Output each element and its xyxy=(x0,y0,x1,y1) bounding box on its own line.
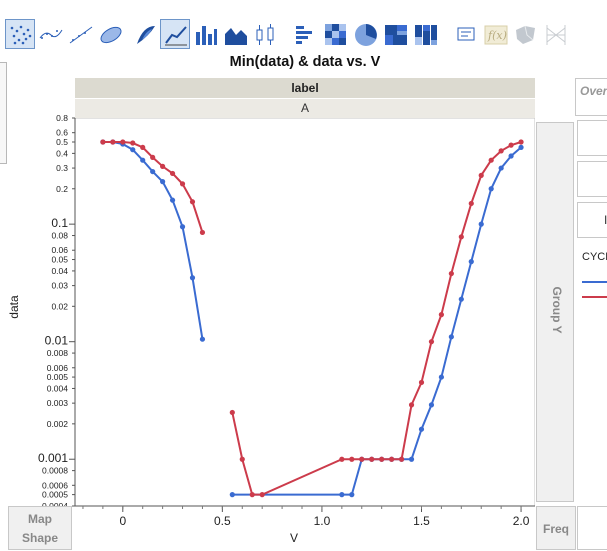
box-plot-graph-button[interactable] xyxy=(250,19,280,49)
caption-box-icon xyxy=(457,27,475,41)
line-of-fit-graph-button[interactable] xyxy=(65,19,95,49)
ellipse-icon xyxy=(100,26,122,44)
y-tick-label: 0.1 xyxy=(51,216,68,230)
heatmap-graph-button[interactable] xyxy=(320,19,350,49)
x-tick-label: 2.0 xyxy=(513,514,530,528)
bar-chart-icon xyxy=(196,26,217,45)
y-tick-label: 0.05 xyxy=(51,255,68,265)
line-graph-button[interactable] xyxy=(160,19,190,49)
map-shapes-icon xyxy=(516,25,535,44)
axes-layer: 0.00040.00050.00060.00080.0010.0020.0030… xyxy=(38,113,535,528)
y-tick-label: 0.005 xyxy=(47,372,69,382)
contour-graph-button[interactable] xyxy=(130,19,160,49)
contour-icon xyxy=(137,26,155,44)
group-y-drop-zone[interactable]: Group Y xyxy=(536,122,574,502)
smoother-graph-button[interactable] xyxy=(35,19,65,49)
y-tick-label: 0.8 xyxy=(56,113,68,123)
map-shape-drop-zone[interactable]: Map Shape xyxy=(8,506,72,550)
y-tick-label: 0.3 xyxy=(56,163,68,173)
y-tick-label: 0.01 xyxy=(45,334,69,348)
area-graph-button[interactable] xyxy=(220,19,250,49)
y-tick-label: 0.0008 xyxy=(42,466,68,476)
y-tick-label: 0.002 xyxy=(47,419,69,429)
y-axis-title[interactable]: data xyxy=(7,295,21,319)
y-tick-label: 0.08 xyxy=(51,231,68,241)
y-tick-label: 0.2 xyxy=(56,184,68,194)
map-shapes-button[interactable] xyxy=(510,19,540,49)
x-tick-label: 1.0 xyxy=(314,514,331,528)
graph-title: Min(data) & data vs. V xyxy=(229,54,381,70)
wrap-header[interactable]: label xyxy=(75,78,535,98)
pie-chart-icon xyxy=(355,24,377,46)
y-tick-label: 0.001 xyxy=(38,451,68,465)
formula-icon: f(x) xyxy=(484,25,508,45)
histogram-icon xyxy=(296,26,312,44)
caption-box-button[interactable] xyxy=(450,19,480,49)
y-tick-label: 0.4 xyxy=(56,148,68,158)
x-axis-title[interactable]: V xyxy=(290,531,298,545)
histogram-graph-button[interactable] xyxy=(290,19,320,49)
points-icon xyxy=(10,25,32,45)
y-tick-label: 0.06 xyxy=(51,245,68,255)
points-graph-button[interactable] xyxy=(5,19,35,49)
treemap-graph-button[interactable] xyxy=(380,19,410,49)
smoother-icon xyxy=(39,29,63,39)
freq-drop-zone[interactable]: Freq xyxy=(536,506,576,550)
area-chart-icon xyxy=(225,28,247,45)
ellipse-graph-button[interactable] xyxy=(95,19,125,49)
overlay-drop-zone[interactable]: Over xyxy=(575,78,607,116)
graph-toolbar: f(x) xyxy=(0,0,607,52)
y-tick-label: 0.004 xyxy=(47,383,69,393)
box-plot-icon xyxy=(256,24,274,45)
heatmap-icon xyxy=(325,24,346,45)
x-tick-label: 1.5 xyxy=(413,514,430,528)
bar-graph-button[interactable] xyxy=(190,19,220,49)
x-tick-label: 0.5 xyxy=(214,514,231,528)
parallel-icon xyxy=(546,25,566,45)
line-of-fit-icon xyxy=(69,26,93,44)
overlay-label: Over xyxy=(580,84,607,98)
y-tick-label: 0.0006 xyxy=(42,480,68,490)
map-shape-label-2: Shape xyxy=(21,531,58,545)
size-drop-zone[interactable] xyxy=(577,161,607,197)
y-tick-label: 0.03 xyxy=(51,281,68,291)
y-tick-label: 0.006 xyxy=(47,363,69,373)
y-tick-label: 0.02 xyxy=(51,301,68,311)
y-tick-label: 0.008 xyxy=(47,348,69,358)
y-tick-label: 0.04 xyxy=(51,266,68,276)
parallel-button[interactable] xyxy=(540,19,570,49)
treemap-icon xyxy=(385,25,407,45)
y-tick-label: 0.0005 xyxy=(42,490,68,500)
color-drop-zone[interactable] xyxy=(577,120,607,156)
page-drop-zone[interactable] xyxy=(577,506,607,550)
pie-graph-button[interactable] xyxy=(350,19,380,49)
interval-drop-zone[interactable]: I xyxy=(577,202,607,238)
x-tick-label: 0 xyxy=(119,514,126,528)
svg-text:f(x): f(x) xyxy=(487,29,507,42)
legend-title: CYCL xyxy=(582,251,607,263)
line-chart-icon xyxy=(165,26,187,46)
map-shape-label-1: Map xyxy=(28,512,52,526)
mosaic-icon xyxy=(415,25,437,45)
legend[interactable] xyxy=(580,272,607,302)
mosaic-graph-button[interactable] xyxy=(410,19,440,49)
y-tick-label: 0.5 xyxy=(56,137,68,147)
y-tick-label: 0.6 xyxy=(56,128,68,138)
formula-button[interactable]: f(x) xyxy=(480,19,510,49)
y-tick-label: 0.003 xyxy=(47,398,69,408)
group-y-label: Group Y xyxy=(550,286,564,334)
